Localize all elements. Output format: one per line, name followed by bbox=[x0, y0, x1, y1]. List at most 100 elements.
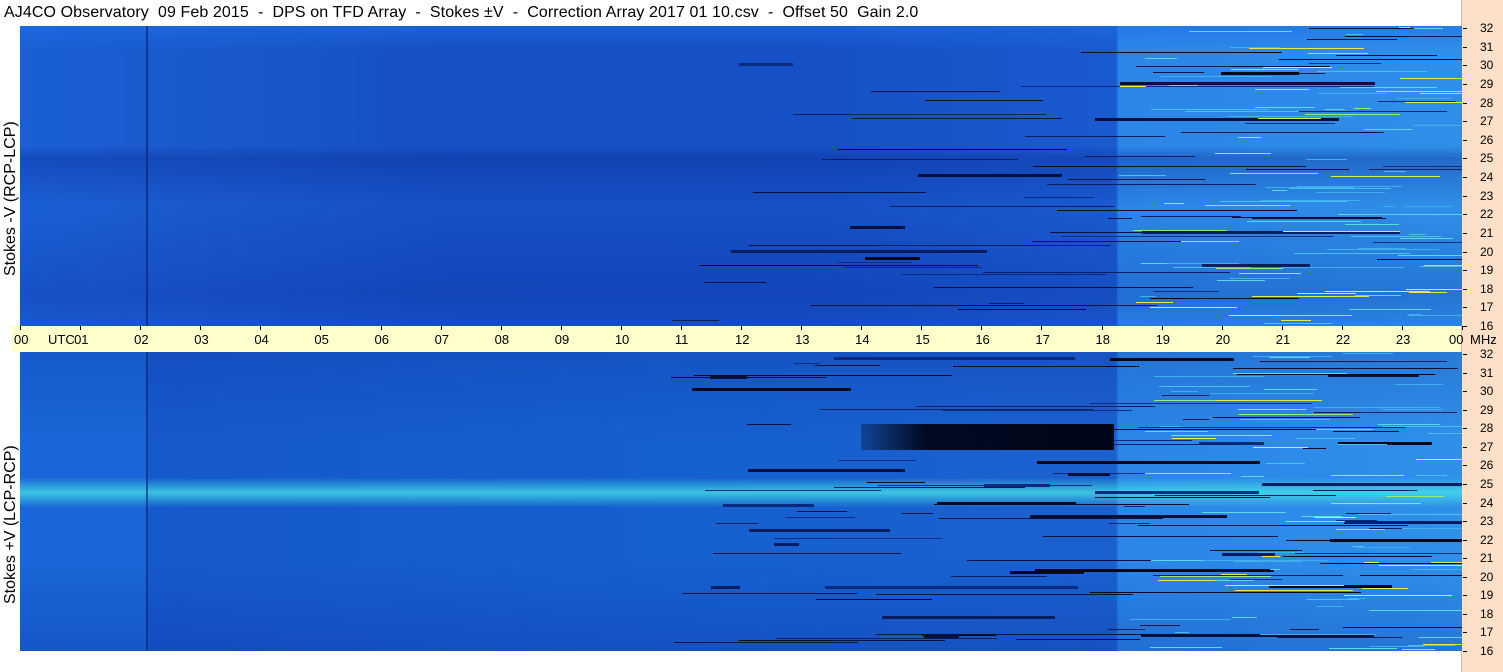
bright-streak bbox=[1255, 88, 1309, 90]
bright-streak bbox=[1168, 84, 1198, 86]
frequency-tick-mark bbox=[1463, 139, 1467, 141]
time-tick-mark bbox=[1221, 326, 1223, 330]
frequency-tick-mark bbox=[1463, 195, 1467, 197]
dark-streak bbox=[1161, 394, 1210, 396]
bright-streak bbox=[1344, 223, 1399, 225]
dark-streak bbox=[1373, 242, 1462, 244]
dark-streak bbox=[1036, 461, 1261, 465]
bright-streak bbox=[1414, 27, 1444, 29]
dark-streak bbox=[1307, 38, 1398, 40]
dark-streak bbox=[748, 528, 891, 532]
time-tick-label: 10 bbox=[614, 332, 630, 347]
dark-streak bbox=[815, 364, 881, 366]
bright-streak bbox=[1364, 561, 1379, 563]
dark-streak bbox=[951, 575, 1047, 577]
bright-streak bbox=[1362, 588, 1409, 590]
bright-streak bbox=[1170, 435, 1273, 437]
bright-streak bbox=[1369, 609, 1462, 611]
dark-streak bbox=[1149, 297, 1299, 299]
dark-streak bbox=[957, 309, 1087, 311]
bright-streak bbox=[1344, 594, 1452, 596]
frequency-tick-label: 23 bbox=[1480, 188, 1494, 203]
frequency-tick-mark bbox=[1463, 270, 1467, 272]
bright-streak bbox=[1307, 52, 1369, 54]
frequency-tick-label: 27 bbox=[1480, 114, 1494, 129]
time-tick-mark bbox=[20, 326, 21, 330]
dark-streak bbox=[1376, 259, 1462, 261]
bright-streak bbox=[1415, 475, 1448, 477]
dark-streak bbox=[1312, 489, 1417, 491]
time-tick-label: 21 bbox=[1275, 332, 1291, 347]
bright-streak bbox=[1240, 476, 1264, 478]
bright-streak bbox=[1189, 31, 1292, 32]
dark-streak bbox=[901, 273, 1106, 275]
dark-streak bbox=[1056, 209, 1298, 211]
dark-streak bbox=[815, 598, 932, 600]
frequency-tick-mark bbox=[1463, 354, 1467, 355]
dark-streak bbox=[1016, 638, 1140, 640]
dark-streak bbox=[1344, 35, 1462, 37]
dark-streak bbox=[1043, 535, 1278, 537]
dark-streak bbox=[1150, 514, 1193, 516]
dark-streak bbox=[1067, 473, 1110, 477]
bright-streak bbox=[1233, 372, 1347, 374]
bright-streak bbox=[1383, 171, 1407, 173]
frequency-tick-mark bbox=[1463, 46, 1467, 48]
frequency-tick-mark bbox=[1463, 521, 1467, 523]
frequency-tick-mark bbox=[1463, 409, 1467, 411]
bright-streak bbox=[1170, 390, 1198, 392]
time-tick-label: 01 bbox=[74, 332, 89, 347]
time-tick-label: 17 bbox=[1035, 332, 1050, 347]
bright-streak bbox=[1240, 419, 1331, 421]
panel-top-label: Stokes -V (RCP-LCP) bbox=[2, 121, 19, 276]
dark-streak bbox=[712, 553, 901, 555]
time-tick-mark bbox=[80, 326, 82, 330]
bright-streak bbox=[1229, 172, 1318, 174]
bright-streak bbox=[1235, 589, 1353, 591]
bright-streak bbox=[1380, 409, 1443, 411]
frequency-tick-label: 21 bbox=[1480, 225, 1494, 240]
time-tick-label: 05 bbox=[314, 332, 329, 347]
dark-streak bbox=[1332, 430, 1400, 432]
frequency-tick-label: 22 bbox=[1480, 207, 1494, 222]
time-tick-mark bbox=[1401, 326, 1403, 330]
dark-streak bbox=[1252, 217, 1387, 219]
dark-streak bbox=[1237, 374, 1435, 376]
time-axis: 00 01 02 03 04 05 06 07 08 09 10 11 12 13 14 15 16 17 18 19… bbox=[12, 326, 1497, 352]
bright-streak bbox=[1151, 108, 1258, 110]
dark-streak bbox=[876, 594, 1133, 596]
dark-streak bbox=[670, 377, 827, 379]
bright-streak bbox=[1158, 426, 1182, 428]
dark-streak bbox=[1360, 575, 1462, 577]
bright-streak bbox=[1154, 376, 1265, 378]
dark-streak bbox=[820, 409, 1093, 411]
bright-streak bbox=[1161, 76, 1271, 78]
frequency-tick-label: 18 bbox=[1480, 281, 1494, 296]
bright-streak bbox=[1145, 431, 1209, 433]
dark-streak bbox=[934, 503, 1189, 505]
bright-streak bbox=[1338, 444, 1388, 445]
bright-streak bbox=[1353, 107, 1372, 109]
dark-streak bbox=[1153, 574, 1344, 576]
frequency-tick-mark bbox=[1463, 465, 1467, 467]
bright-streak bbox=[1228, 315, 1274, 317]
bright-streak bbox=[1288, 187, 1392, 189]
bright-streak bbox=[1316, 70, 1428, 72]
chart-title: AJ4CO Observatory 09 Feb 2015 - DPS on T… bbox=[4, 4, 919, 21]
dark-streak bbox=[925, 99, 1044, 101]
dark-streak bbox=[748, 468, 905, 472]
time-tick-label: 04 bbox=[254, 332, 269, 347]
dark-streak bbox=[934, 287, 1194, 289]
frequency-tick-mark bbox=[1463, 83, 1467, 85]
time-tick-label: 16 bbox=[975, 332, 990, 347]
dark-streak bbox=[866, 481, 925, 483]
bright-streak bbox=[1264, 322, 1332, 324]
bright-streak bbox=[1248, 48, 1364, 50]
frequency-tick-label: 17 bbox=[1480, 625, 1494, 640]
time-tick-label: 07 bbox=[434, 332, 450, 347]
frequency-tick-mark bbox=[1463, 613, 1467, 615]
bright-streak bbox=[1412, 568, 1462, 570]
dark-streak bbox=[1141, 215, 1241, 217]
bright-streak bbox=[1329, 647, 1398, 649]
dark-streak bbox=[1068, 179, 1206, 181]
